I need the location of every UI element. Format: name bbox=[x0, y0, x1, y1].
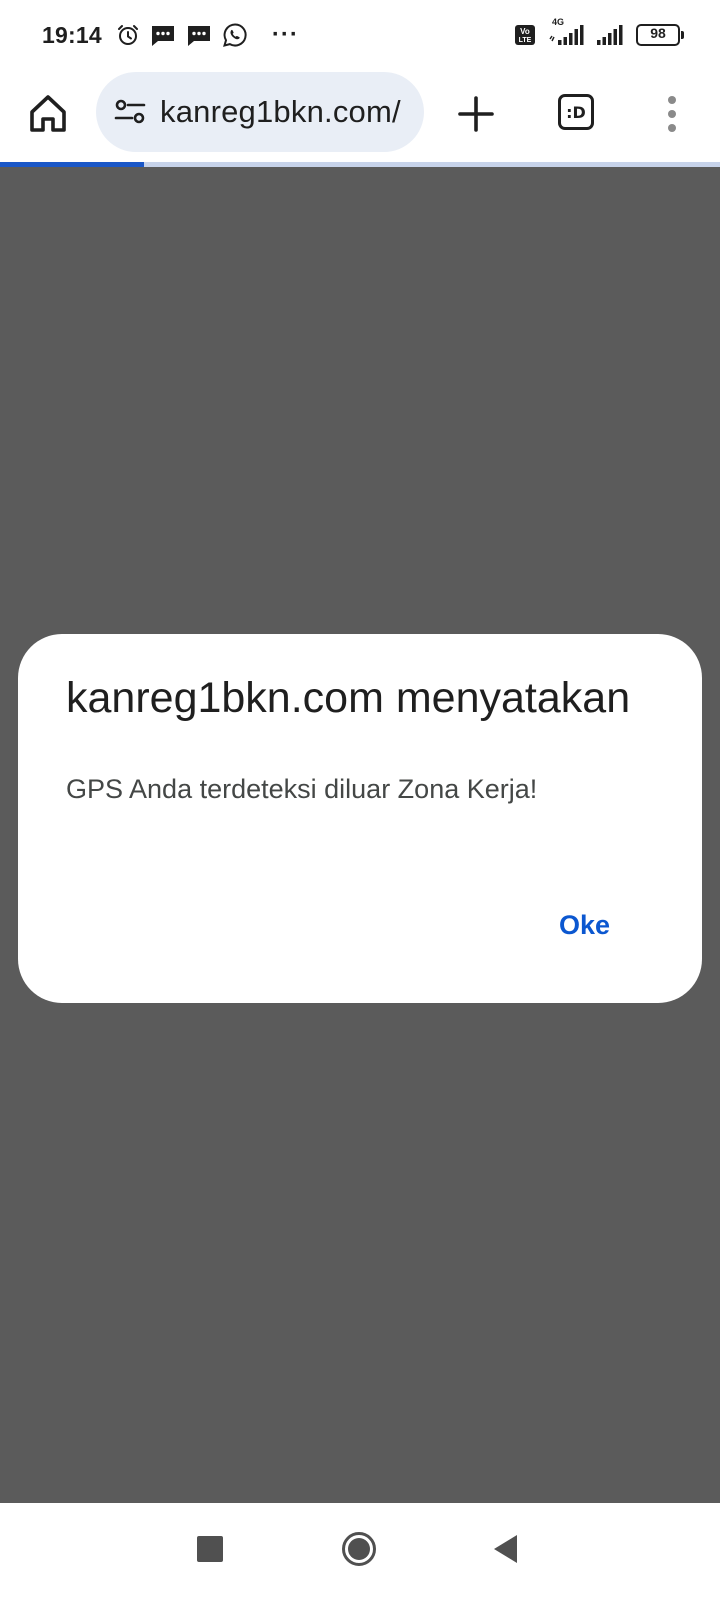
status-time: 19:14 bbox=[42, 21, 102, 48]
alarm-icon bbox=[116, 23, 140, 47]
navigation-bar bbox=[0, 1503, 720, 1600]
whatsapp-icon bbox=[222, 22, 248, 48]
ok-button[interactable]: Oke bbox=[559, 906, 610, 945]
more-vert-icon bbox=[668, 96, 676, 132]
status-notification-icons: ··· bbox=[116, 21, 299, 49]
message-icon bbox=[150, 23, 176, 47]
volte-icon: Vo LTE bbox=[514, 24, 536, 46]
alert-dialog: kanreg1bkn.com menyatakan GPS Anda terde… bbox=[18, 634, 702, 1003]
more-notifications-indicator: ··· bbox=[271, 21, 299, 48]
home-button[interactable] bbox=[26, 92, 70, 136]
battery-icon: 98 bbox=[636, 24, 684, 46]
status-system-icons: Vo LTE 4G 98 bbox=[514, 17, 684, 47]
dialog-title: kanreg1bkn.com menyatakan bbox=[66, 674, 631, 722]
recents-icon[interactable] bbox=[197, 1536, 223, 1562]
browser-screen: 19:14 ··· Vo LTE 4G 98 kanreg1bkn.com/:… bbox=[0, 0, 720, 1600]
tab-switcher-icon[interactable]: :D bbox=[558, 94, 594, 130]
signal-icon: 4G bbox=[548, 17, 584, 47]
home-icon bbox=[30, 95, 66, 132]
back-icon[interactable] bbox=[492, 1533, 518, 1565]
dialog-message: GPS Anda terdeteksi diluar Zona Kerja! bbox=[66, 774, 538, 804]
browser-toolbar: kanreg1bkn.com/ :D bbox=[0, 70, 720, 162]
menu-button[interactable] bbox=[660, 90, 684, 138]
new-tab-button[interactable] bbox=[452, 90, 500, 138]
battery-level: 98 bbox=[650, 25, 666, 41]
svg-text:Vo: Vo bbox=[520, 27, 530, 36]
url-text[interactable]: kanreg1bkn.com/ bbox=[160, 94, 401, 130]
network-type-label: 4G bbox=[552, 17, 565, 27]
site-settings-icon[interactable] bbox=[112, 94, 148, 130]
message-icon bbox=[186, 23, 212, 47]
home-circle-icon[interactable] bbox=[341, 1531, 377, 1567]
status-bar: 19:14 ··· Vo LTE 4G 98 bbox=[0, 0, 720, 70]
tab-switcher-label: :D bbox=[566, 102, 586, 122]
plus-icon bbox=[458, 96, 494, 132]
svg-text:LTE: LTE bbox=[519, 37, 532, 44]
address-bar[interactable]: kanreg1bkn.com/ bbox=[96, 72, 424, 152]
signal-icon bbox=[596, 23, 624, 47]
